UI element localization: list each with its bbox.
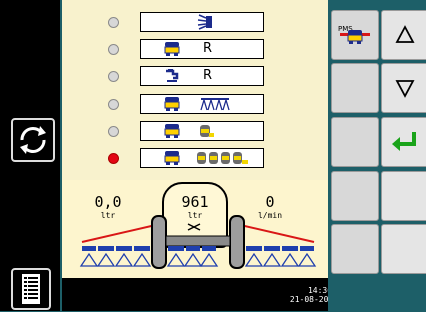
arrow-up-icon bbox=[395, 25, 415, 43]
spray-mode-row[interactable] bbox=[140, 12, 264, 32]
pms-tank-icon: PMS bbox=[338, 25, 370, 44]
row-status-dot bbox=[108, 44, 119, 55]
boom-spray-row[interactable] bbox=[140, 94, 264, 114]
tank-icon bbox=[164, 97, 180, 111]
flow-rate-value: 0 bbox=[265, 193, 275, 211]
down-button[interactable] bbox=[381, 63, 426, 113]
tap-row[interactable]: R bbox=[140, 66, 264, 86]
spray-nozzles-icon bbox=[197, 14, 212, 30]
softkey-3-left[interactable] bbox=[331, 117, 379, 167]
menu-button[interactable] bbox=[11, 268, 51, 310]
menu-grid-icon bbox=[22, 274, 40, 304]
left-readout-value: 0,0 bbox=[94, 193, 122, 211]
tank-volume-value: 961 bbox=[181, 193, 209, 211]
row-status-dot-active bbox=[108, 153, 119, 164]
softkey-5-left[interactable] bbox=[331, 224, 379, 274]
row-status-dot bbox=[108, 17, 119, 28]
softkey-4-left[interactable] bbox=[331, 171, 379, 221]
boom-diagram bbox=[79, 215, 317, 269]
tank-icon bbox=[164, 124, 180, 138]
tank-row-text: R bbox=[203, 41, 213, 56]
enter-icon bbox=[392, 132, 416, 151]
row-status-dot bbox=[108, 126, 119, 137]
tap-icon bbox=[166, 69, 179, 82]
softkey-2-left[interactable] bbox=[331, 63, 379, 113]
tap-row-text: R bbox=[203, 68, 213, 83]
up-button[interactable] bbox=[381, 10, 426, 60]
tank-icon bbox=[164, 151, 180, 165]
multi-bottle-row[interactable] bbox=[140, 148, 264, 168]
single-bottle-row[interactable] bbox=[140, 121, 264, 141]
cycle-arrows-icon bbox=[20, 126, 46, 154]
cycle-screen-button[interactable] bbox=[11, 118, 55, 162]
tank-row[interactable]: R bbox=[140, 39, 264, 59]
softkey-4-right[interactable] bbox=[381, 171, 426, 221]
arrow-down-icon bbox=[395, 80, 415, 98]
multi-bottle-icon bbox=[197, 152, 248, 164]
tank-icon bbox=[164, 42, 180, 56]
row-status-dot bbox=[108, 99, 119, 110]
row-status-dot bbox=[108, 71, 119, 82]
pms-button[interactable]: PMS bbox=[331, 10, 379, 60]
softkey-5-right[interactable] bbox=[381, 224, 426, 274]
boom-spray-icon bbox=[200, 98, 230, 111]
enter-button[interactable] bbox=[381, 117, 426, 167]
single-bottle-icon bbox=[200, 125, 214, 137]
